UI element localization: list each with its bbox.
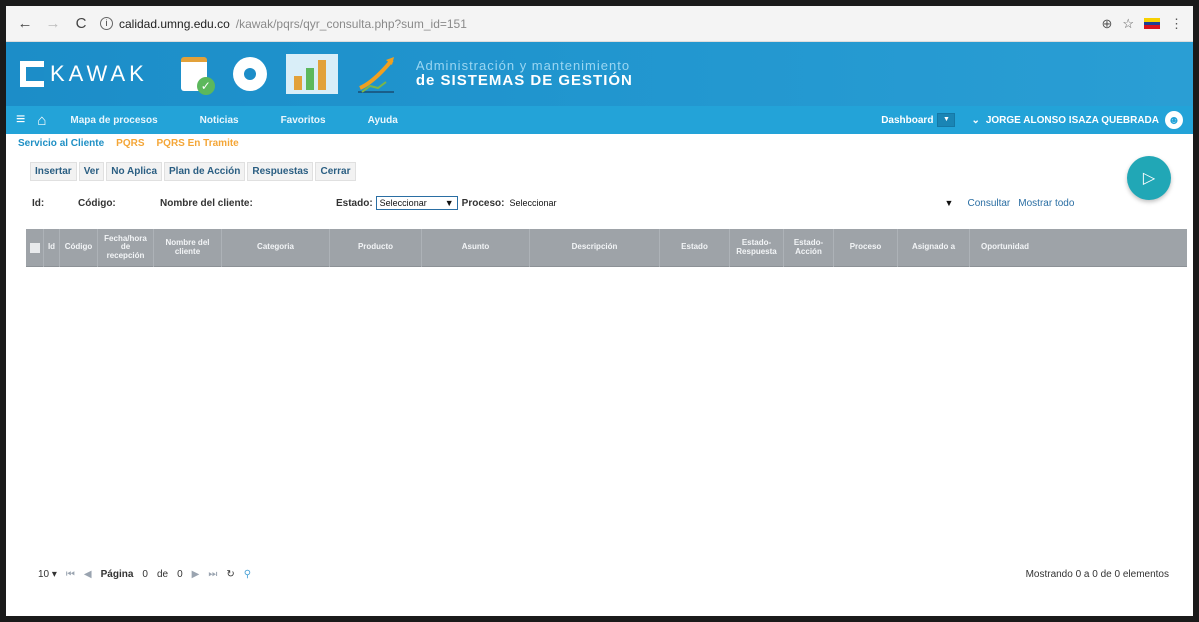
grid-header: Id Código Fecha/hora de recepción Nombre…	[26, 228, 1187, 267]
growth-chart-icon	[354, 52, 402, 96]
kawak-logo-icon	[20, 61, 44, 87]
chevron-down-icon[interactable]: ⌄	[971, 115, 979, 126]
address-bar[interactable]: i calidad.umng.edu.co/kawak/pqrs/qyr_con…	[100, 17, 1091, 31]
reload-icon[interactable]: C	[72, 15, 90, 32]
col-descripcion[interactable]: Descripción	[530, 228, 660, 267]
codigo-filter-label[interactable]: Código:	[78, 198, 160, 209]
user-menu[interactable]: ⌄ JORGE ALONSO ISAZA QUEBRADA ☻	[971, 111, 1183, 129]
next-page-icon[interactable]: ▶	[192, 569, 200, 580]
main-nav: ≡ ⌂ Mapa de procesos Noticias Favoritos …	[6, 106, 1193, 134]
proceso-caret-icon: ▼	[944, 198, 954, 208]
url-path: /kawak/pqrs/qyr_consulta.php?sum_id=151	[235, 16, 467, 31]
kawak-logo[interactable]: KAWAK	[20, 61, 148, 87]
avatar[interactable]: ☻	[1165, 111, 1183, 129]
app-title-main: SISTEMAS DE GESTIÓN	[440, 71, 633, 89]
col-estado-accion[interactable]: Estado-Acción	[784, 228, 834, 267]
dashboard-select[interactable]: ▼	[937, 113, 956, 127]
total-pages: 0	[177, 569, 183, 580]
col-id[interactable]: Id	[44, 228, 60, 267]
user-name[interactable]: JORGE ALONSO ISAZA QUEBRADA	[986, 115, 1159, 126]
url-host: calidad.umng.edu.co	[119, 16, 230, 31]
breadcrumb-servicio-cliente[interactable]: Servicio al Cliente	[18, 138, 104, 149]
gear-icon	[230, 52, 270, 96]
dashboard-control: Dashboard ▼	[881, 113, 956, 127]
flag-extension-icon[interactable]	[1144, 18, 1160, 30]
col-asunto[interactable]: Asunto	[422, 228, 530, 267]
back-icon[interactable]: ←	[16, 15, 34, 32]
pager: 10 ▾ ⏮ ◀ Página 0 de 0 ▶ ⏭ ↻ ⚲	[38, 569, 251, 580]
col-asignado[interactable]: Asignado a	[898, 228, 970, 267]
clipboard-check-icon	[174, 52, 215, 96]
page-of-label: de	[156, 569, 169, 580]
zoom-icon[interactable]: ⊕	[1101, 16, 1112, 32]
ver-button[interactable]: Ver	[78, 162, 105, 181]
search-icon[interactable]: ⚲	[244, 569, 251, 580]
breadcrumb-pqrs-tramite[interactable]: PQRS En Tramite	[157, 138, 239, 149]
col-categoria[interactable]: Categoria	[222, 228, 330, 267]
estado-caret-icon: ▼	[444, 198, 454, 208]
proceso-select[interactable]: Seleccionar ▼	[509, 198, 959, 208]
logo-text: KAWAK	[50, 61, 148, 86]
breadcrumb-pqrs[interactable]: PQRS	[116, 138, 144, 149]
estado-label: Estado:	[336, 197, 373, 209]
cerrar-button[interactable]: Cerrar	[315, 162, 356, 181]
app-title: Administración y mantenimiento de SISTEM…	[415, 57, 633, 90]
breadcrumb: Servicio al Cliente PQRS PQRS En Tramite	[6, 134, 1193, 152]
prev-page-icon[interactable]: ◀	[84, 569, 92, 580]
bar-chart-icon	[285, 54, 338, 94]
browser-window: ← → C i calidad.umng.edu.co/kawak/pqrs/q…	[6, 6, 1193, 616]
col-codigo[interactable]: Código	[60, 228, 98, 267]
play-icon: ▷	[1142, 170, 1156, 187]
dashboard-label[interactable]: Dashboard	[881, 115, 933, 126]
insertar-button[interactable]: Insertar	[30, 162, 77, 181]
col-estado[interactable]: Estado	[660, 228, 730, 267]
nombre-cliente-filter-label[interactable]: Nombre del cliente:	[160, 198, 336, 209]
nav-link-mapa-procesos[interactable]: Mapa de procesos	[70, 115, 157, 126]
app-subtitle: Administración y mantenimiento	[415, 57, 631, 73]
home-icon[interactable]: ⌂	[37, 112, 46, 129]
nav-link-favoritos[interactable]: Favoritos	[281, 115, 326, 126]
info-icon[interactable]: i	[100, 17, 113, 30]
page-input[interactable]: 0	[142, 569, 148, 580]
play-button[interactable]: ▷	[1127, 156, 1171, 200]
col-producto[interactable]: Producto	[330, 228, 422, 267]
col-proceso[interactable]: Proceso	[834, 228, 898, 267]
col-estado-respuesta[interactable]: Estado-Respuesta	[730, 228, 784, 267]
last-page-icon[interactable]: ⏭	[208, 569, 217, 580]
plan-accion-button[interactable]: Plan de Acción	[164, 162, 246, 181]
consultar-link[interactable]: Consultar	[967, 198, 1010, 209]
browser-menu-icon[interactable]: ⋮	[1170, 16, 1183, 32]
forward-icon[interactable]: →	[44, 15, 62, 32]
page-label: Página	[100, 569, 134, 580]
col-nombre-cliente[interactable]: Nombre del cliente	[154, 228, 222, 267]
proceso-label: Proceso:	[461, 197, 505, 209]
nav-link-noticias[interactable]: Noticias	[200, 115, 239, 126]
filter-bar: Id: Código: Nombre del cliente: Estado: …	[6, 193, 1193, 213]
col-oportunidad[interactable]: Oportunidad	[970, 229, 1040, 267]
refresh-icon[interactable]: ↻	[226, 569, 234, 580]
record-count: Mostrando 0 a 0 de 0 elementos	[1025, 569, 1169, 580]
mostrar-todo-link[interactable]: Mostrar todo	[1018, 198, 1074, 209]
respuestas-button[interactable]: Respuestas	[247, 162, 314, 181]
star-icon[interactable]: ☆	[1122, 16, 1134, 32]
app-header: KAWAK Administración y mantenimiento de …	[6, 42, 1193, 106]
proceso-select-value: Seleccionar	[509, 198, 557, 208]
action-toolbar: Insertar Ver No Aplica Plan de Acción Re…	[30, 162, 1193, 181]
estado-select[interactable]: Seleccionar ▼	[375, 196, 458, 210]
first-page-icon[interactable]: ⏮	[66, 569, 75, 580]
grid-body	[6, 267, 1193, 537]
app-title-prefix: de	[415, 71, 441, 89]
id-filter-label[interactable]: Id:	[32, 198, 78, 209]
page-size-select[interactable]: 10 ▾	[38, 569, 57, 580]
no-aplica-button[interactable]: No Aplica	[106, 162, 163, 181]
estado-select-value: Seleccionar	[379, 198, 427, 208]
nav-link-ayuda[interactable]: Ayuda	[368, 115, 398, 126]
col-fecha-recepcion[interactable]: Fecha/hora de recepción	[98, 228, 154, 267]
browser-toolbar: ← → C i calidad.umng.edu.co/kawak/pqrs/q…	[6, 6, 1193, 42]
hamburger-menu-icon[interactable]: ≡	[16, 111, 25, 129]
select-all-checkbox[interactable]	[26, 228, 44, 267]
